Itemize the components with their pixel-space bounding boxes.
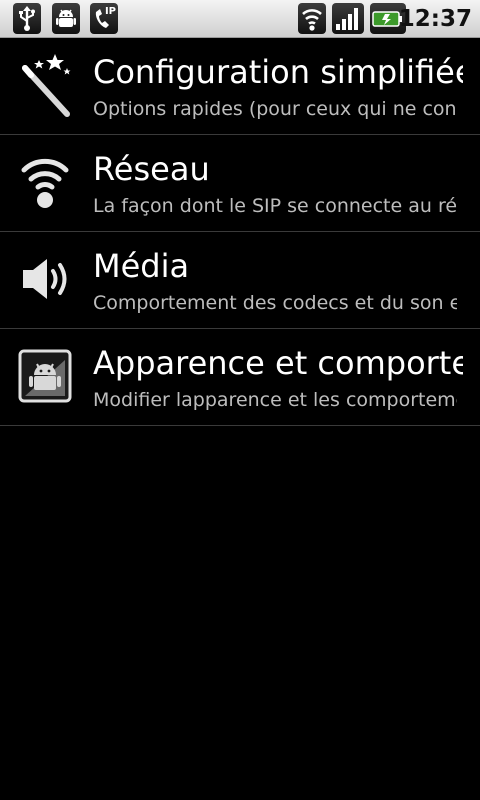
- setting-subtitle: Options rapides (pour ceux qui ne conn: [93, 98, 457, 120]
- wifi-icon: [12, 149, 78, 215]
- status-clock: 12:37: [398, 6, 472, 32]
- sip-phone-icon: IP: [90, 3, 118, 34]
- status-bar: IP 12:37: [0, 0, 480, 38]
- signal-icon: [332, 3, 364, 34]
- speaker-icon: [12, 246, 78, 312]
- setting-subtitle: Comportement des codecs et du son en: [93, 292, 457, 314]
- setting-subtitle: Modifier lapparence et les comportemen: [93, 389, 457, 411]
- setting-title: Apparence et comportem: [93, 344, 463, 382]
- setting-title: Réseau: [93, 150, 210, 188]
- setting-appearance[interactable]: Apparence et comportem Modifier lapparen…: [0, 329, 480, 426]
- setting-quick-config[interactable]: Configuration simplifiée Options rapides…: [0, 38, 480, 135]
- wifi-icon: [298, 3, 326, 34]
- setting-network[interactable]: Réseau La façon dont le SIP se connecte …: [0, 135, 480, 232]
- android-debug-icon: [52, 3, 80, 34]
- sip-badge: IP: [104, 6, 116, 17]
- setting-title: Configuration simplifiée: [93, 53, 463, 91]
- setting-media[interactable]: Média Comportement des codecs et du son …: [0, 232, 480, 329]
- setting-subtitle: La façon dont le SIP se connecte au rése: [93, 195, 457, 217]
- appearance-icon: [12, 343, 78, 409]
- usb-icon: [13, 3, 41, 34]
- settings-list: Configuration simplifiée Options rapides…: [0, 38, 480, 426]
- magic-wand-icon: [12, 52, 78, 118]
- setting-title: Média: [93, 247, 190, 285]
